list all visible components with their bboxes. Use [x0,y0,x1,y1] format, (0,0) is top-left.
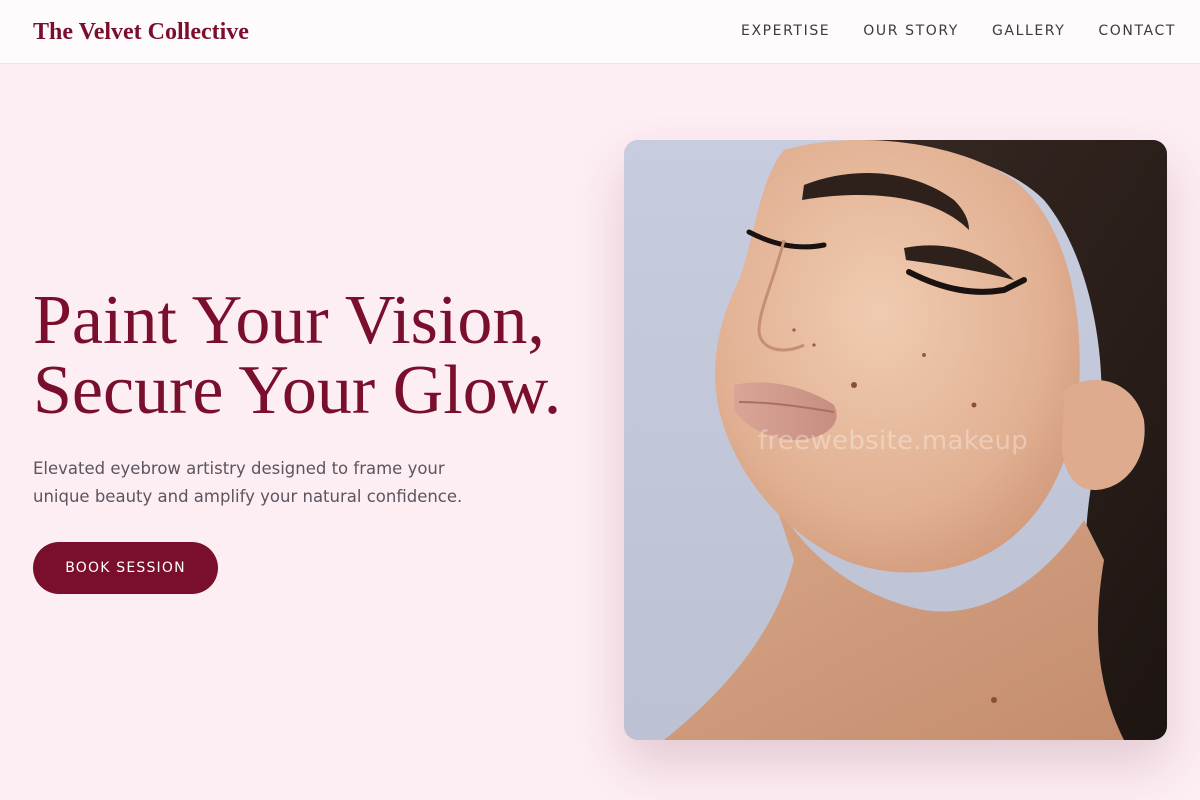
hero-title-line: Secure Your Glow. [33,352,562,429]
main-nav: EXPERTISE OUR STORY GALLERY CONTACT [741,20,1176,42]
hero-title-line: Paint Your Vision, [33,282,545,359]
site-header: The Velvet Collective EXPERTISE OUR STOR… [0,0,1200,64]
hero-title: Paint Your Vision, Secure Your Glow. [33,286,603,426]
nav-link-our-story[interactable]: OUR STORY [863,20,959,42]
hero-subtitle-line: Elevated eyebrow artistry designed to fr… [33,459,445,478]
hero-subtitle: Elevated eyebrow artistry designed to fr… [33,455,503,511]
hero-portrait-image [624,140,1167,740]
nav-link-contact[interactable]: CONTACT [1098,20,1176,42]
hero-subtitle-line: unique beauty and amplify your natural c… [33,487,463,506]
brand-logo[interactable]: The Velvet Collective [33,17,249,47]
page: The Velvet Collective EXPERTISE OUR STOR… [0,0,1200,800]
portrait-illustration [624,140,1167,740]
nav-link-gallery[interactable]: GALLERY [992,20,1065,42]
nav-link-expertise[interactable]: EXPERTISE [741,20,830,42]
book-session-button[interactable]: BOOK SESSION [33,542,218,594]
